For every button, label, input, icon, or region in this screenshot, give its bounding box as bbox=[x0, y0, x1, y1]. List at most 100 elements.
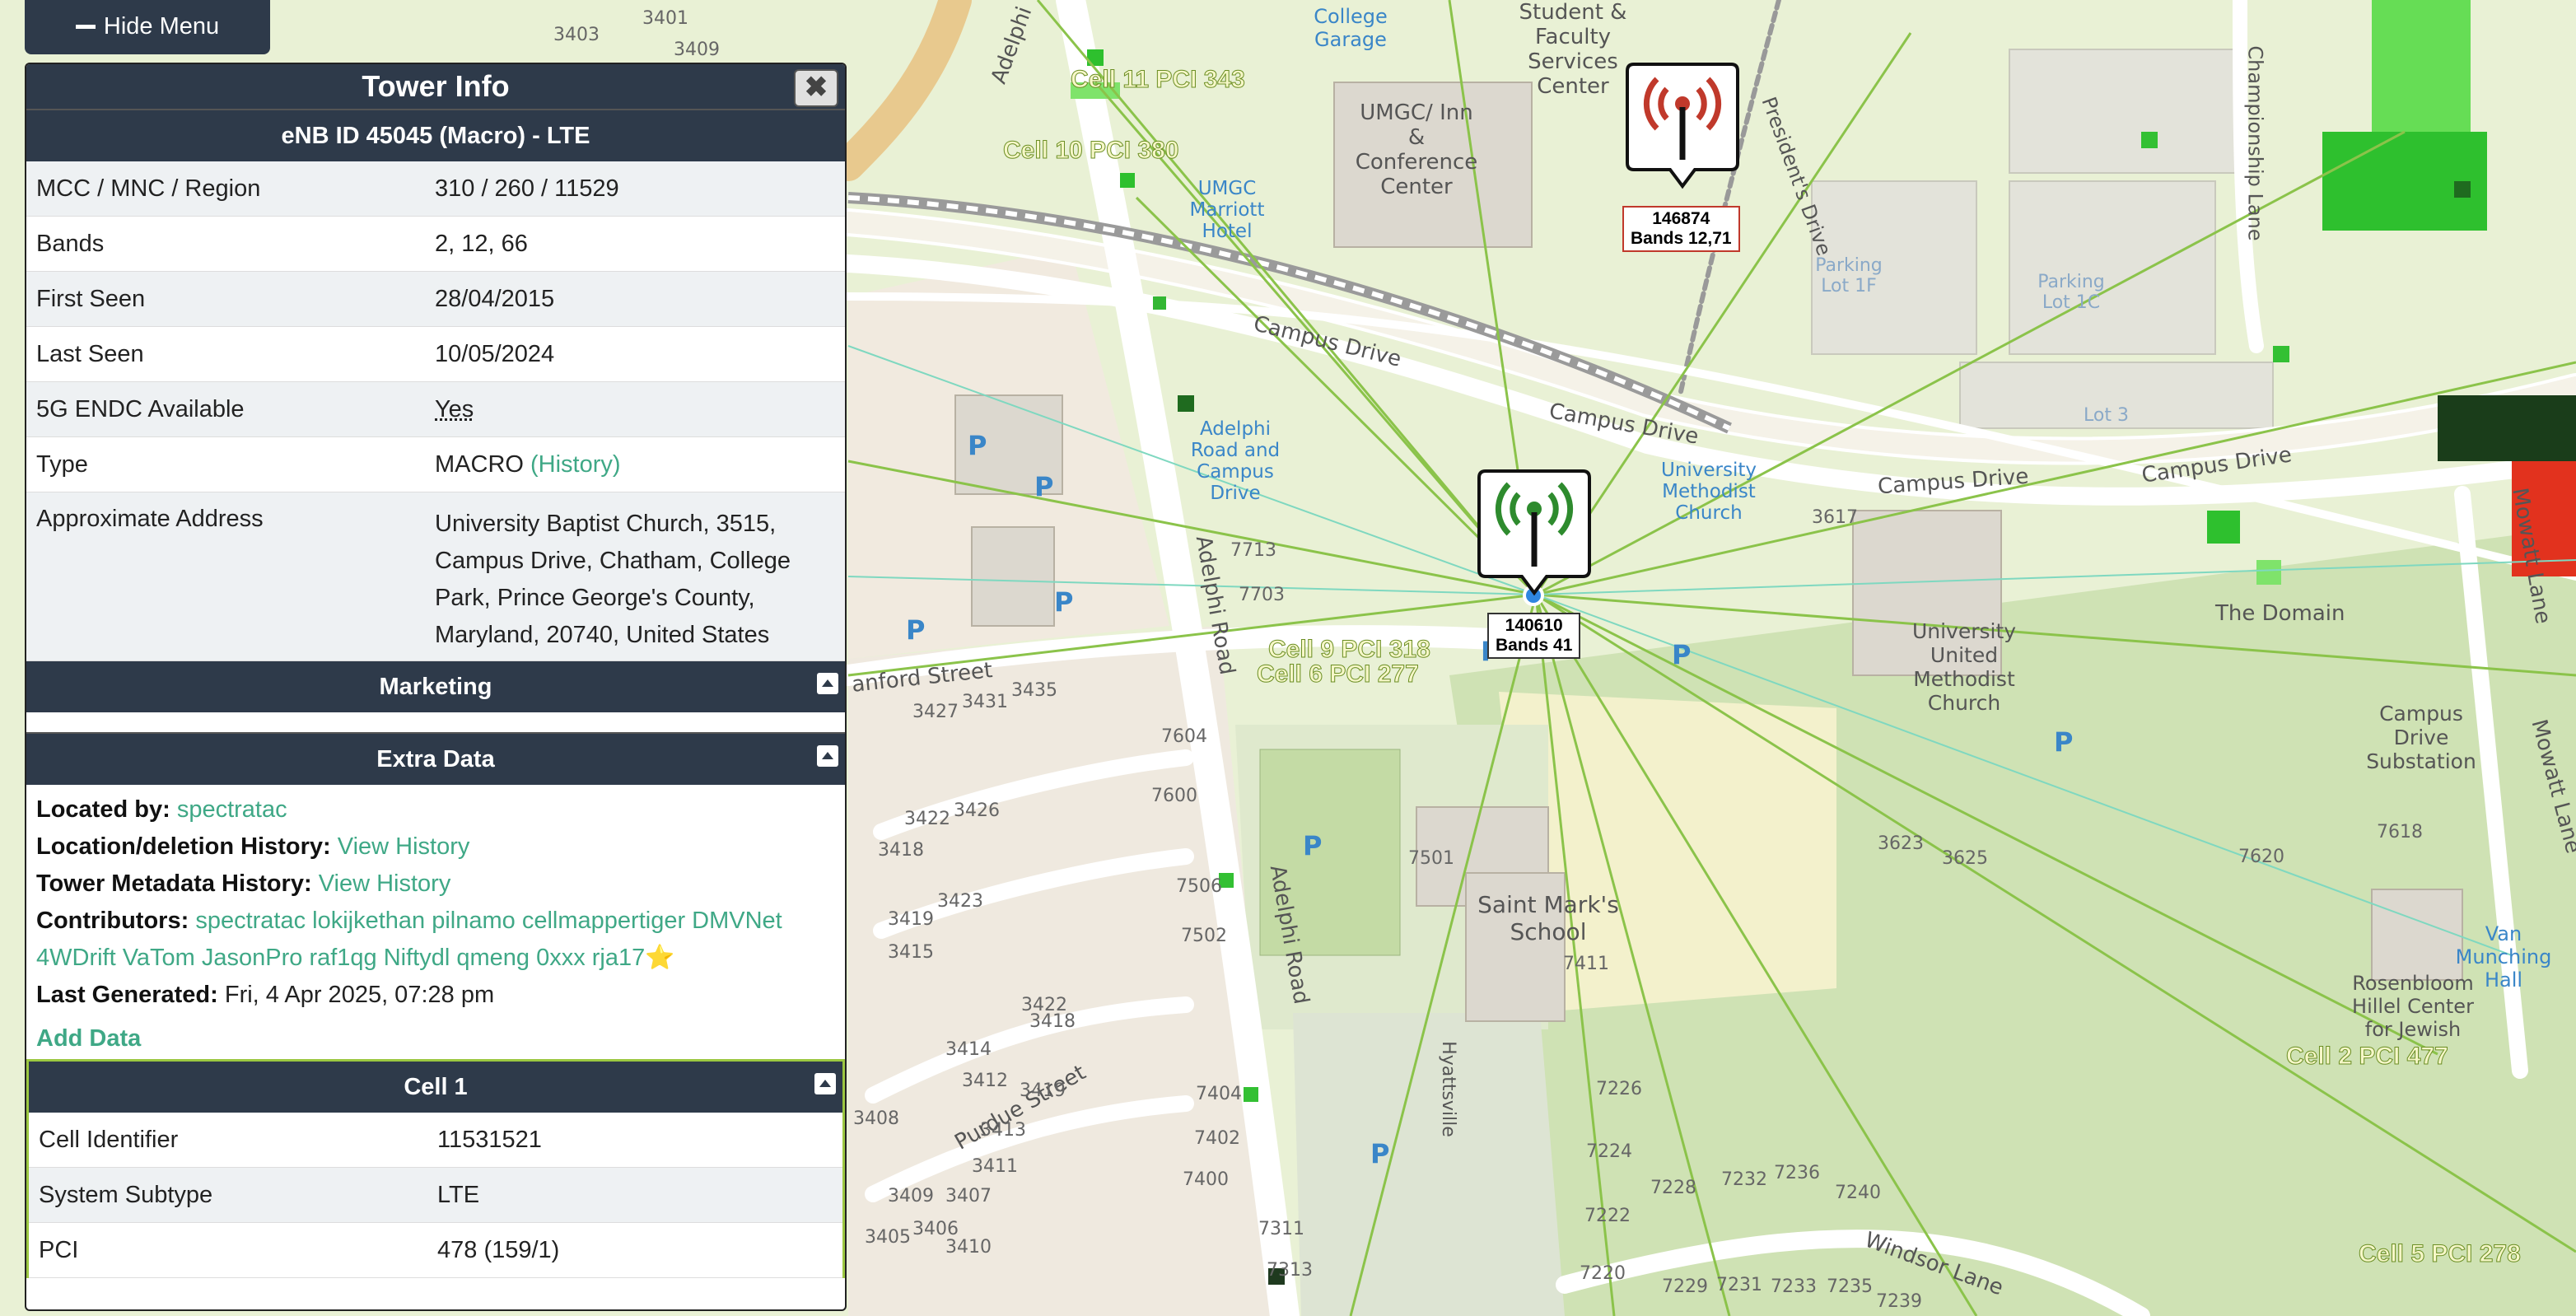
located-by-link[interactable]: spectratac bbox=[177, 796, 287, 823]
tower-antenna-icon bbox=[1626, 63, 1739, 194]
house-number: 3418 bbox=[878, 840, 924, 861]
house-number: 7620 bbox=[2238, 847, 2284, 867]
tower-caption-140610[interactable]: 140610 Bands 41 bbox=[1487, 613, 1580, 659]
close-button[interactable]: ✖ bbox=[794, 69, 838, 107]
info-value: Yes bbox=[435, 382, 845, 436]
place-label-parking-lot-1f: Parking Lot 1F bbox=[1812, 255, 1886, 296]
tower-marker-146874[interactable] bbox=[1626, 63, 1739, 194]
info-row: Last Seen 10/05/2024 bbox=[26, 327, 845, 382]
place-label-adelphi-road-campus-drive: Adelphi Road and Campus Drive bbox=[1186, 418, 1285, 504]
house-number: 3405 bbox=[865, 1227, 911, 1248]
type-history-link[interactable]: (History) bbox=[530, 451, 621, 478]
place-label-student-services: Student & Faculty Services Center bbox=[1515, 0, 1631, 99]
house-number: 7222 bbox=[1584, 1206, 1631, 1226]
house-number: 3617 bbox=[1812, 507, 1858, 528]
located-by-label: Located by: bbox=[36, 796, 170, 823]
info-key: 5G ENDC Available bbox=[26, 382, 435, 436]
panel-title-bar: Tower Info ✖ bbox=[26, 64, 845, 109]
info-key: First Seen bbox=[26, 272, 435, 326]
svg-text:P: P bbox=[1034, 471, 1053, 502]
place-label-parking-lot-1c: Parking Lot 1C bbox=[2034, 272, 2108, 313]
extra-data-section-header[interactable]: Extra Data bbox=[26, 734, 845, 785]
marketing-section-header[interactable]: Marketing bbox=[26, 661, 845, 712]
house-number: 7404 bbox=[1196, 1084, 1242, 1104]
last-generated-row: Last Generated: Fri, 4 Apr 2025, 07:28 p… bbox=[36, 977, 835, 1014]
house-number: 7239 bbox=[1876, 1291, 1922, 1312]
house-number: 7229 bbox=[1662, 1276, 1708, 1297]
place-label-umgc-inn: UMGC/ Inn & Conference Center bbox=[1351, 100, 1482, 199]
place-label-the-domain: The Domain bbox=[2215, 601, 2345, 626]
house-number: 7236 bbox=[1774, 1163, 1820, 1183]
extra-data-title: Extra Data bbox=[376, 746, 494, 772]
cell-value: 11531521 bbox=[437, 1113, 842, 1167]
house-number: 3410 bbox=[945, 1237, 992, 1258]
cell-label-10[interactable]: Cell 10 PCI 380 bbox=[1003, 137, 1178, 165]
info-value: 2, 12, 66 bbox=[435, 217, 845, 271]
collapse-icon[interactable] bbox=[817, 745, 838, 767]
church-grounds bbox=[1293, 1013, 1565, 1316]
house-number: 3422 bbox=[904, 809, 950, 829]
minus-icon bbox=[76, 25, 96, 29]
hide-menu-button[interactable]: Hide Menu bbox=[25, 0, 270, 54]
house-number: 3413 bbox=[980, 1120, 1026, 1141]
info-key: Bands bbox=[26, 217, 435, 271]
place-label-university-united-methodist-church: University United Methodist Church bbox=[1894, 619, 2034, 715]
tower-marker-140610[interactable] bbox=[1477, 469, 1591, 601]
cell-label-9[interactable]: Cell 9 PCI 318 bbox=[1268, 636, 1430, 664]
house-number: 7604 bbox=[1161, 726, 1207, 747]
tower-bands: Bands 12,71 bbox=[1631, 229, 1732, 249]
contributors-label: Contributors: bbox=[36, 908, 189, 934]
info-row: Approximate Address University Baptist C… bbox=[26, 492, 845, 661]
tower-id: 146874 bbox=[1631, 209, 1732, 229]
cell-label-11[interactable]: Cell 11 PCI 343 bbox=[1071, 66, 1245, 94]
house-number: 3623 bbox=[1878, 833, 1924, 854]
info-value: 28/04/2015 bbox=[435, 272, 845, 326]
house-number: 7228 bbox=[1650, 1178, 1696, 1198]
house-number: 7402 bbox=[1194, 1128, 1240, 1149]
tower-info-panel: Tower Info ✖ eNB ID 45045 (Macro) - LTE … bbox=[25, 63, 847, 1311]
cell-label-6[interactable]: Cell 6 PCI 277 bbox=[1257, 660, 1419, 688]
collapse-icon[interactable] bbox=[814, 1073, 836, 1094]
house-number: 3409 bbox=[674, 40, 720, 60]
close-icon: ✖ bbox=[805, 72, 828, 103]
cell-value: 478 (159/1) bbox=[437, 1223, 842, 1277]
house-number: 3401 bbox=[642, 8, 688, 29]
location-history-label: Location/deletion History: bbox=[36, 833, 331, 860]
house-number: 7618 bbox=[2377, 822, 2423, 842]
cell-label-2[interactable]: Cell 2 PCI 477 bbox=[2286, 1043, 2448, 1071]
info-row: MCC / MNC / Region 310 / 260 / 11529 bbox=[26, 161, 845, 217]
info-row: 5G ENDC Available Yes bbox=[26, 382, 845, 437]
house-number: 7226 bbox=[1596, 1079, 1642, 1099]
house-number: 3625 bbox=[1942, 848, 1988, 869]
info-key: MCC / MNC / Region bbox=[26, 161, 435, 216]
house-number: 7502 bbox=[1181, 926, 1227, 946]
star-icon: ⭐ bbox=[645, 945, 674, 971]
metadata-history-link[interactable]: View History bbox=[319, 870, 451, 897]
type-value: MACRO bbox=[435, 451, 524, 478]
cell-label-5[interactable]: Cell 5 PCI 278 bbox=[2359, 1240, 2521, 1268]
place-label-van-munching-hall: Van Munching Hall bbox=[2438, 922, 2569, 992]
located-by-row: Located by: spectratac bbox=[36, 791, 835, 828]
location-history-link[interactable]: View History bbox=[338, 833, 470, 860]
house-number: 7713 bbox=[1230, 540, 1276, 561]
last-generated-value: Fri, 4 Apr 2025, 07:28 pm bbox=[225, 982, 494, 1008]
tower-caption-146874[interactable]: 146874 Bands 12,71 bbox=[1622, 206, 1740, 252]
cell-section-header[interactable]: Cell 1 bbox=[29, 1062, 842, 1113]
last-generated-label: Last Generated: bbox=[36, 982, 218, 1008]
house-number: 7231 bbox=[1716, 1275, 1762, 1295]
place-label-lot-3: Lot 3 bbox=[2084, 405, 2129, 426]
metadata-history-row: Tower Metadata History: View History bbox=[36, 866, 835, 903]
house-number: 3423 bbox=[937, 891, 983, 912]
add-data-link[interactable]: Add Data bbox=[36, 1025, 141, 1052]
svg-text:P: P bbox=[1303, 830, 1322, 861]
cell-value: LTE bbox=[437, 1168, 842, 1222]
info-value: MACRO (History) bbox=[435, 437, 845, 492]
house-number: 7506 bbox=[1176, 876, 1222, 897]
cell-title: Cell 1 bbox=[404, 1074, 467, 1100]
info-row: Bands 2, 12, 66 bbox=[26, 217, 845, 272]
info-value: 10/05/2024 bbox=[435, 327, 845, 381]
house-number: 7311 bbox=[1258, 1219, 1304, 1239]
cell-key: System Subtype bbox=[29, 1168, 437, 1222]
house-number: 7400 bbox=[1183, 1169, 1229, 1190]
collapse-icon[interactable] bbox=[817, 673, 838, 694]
